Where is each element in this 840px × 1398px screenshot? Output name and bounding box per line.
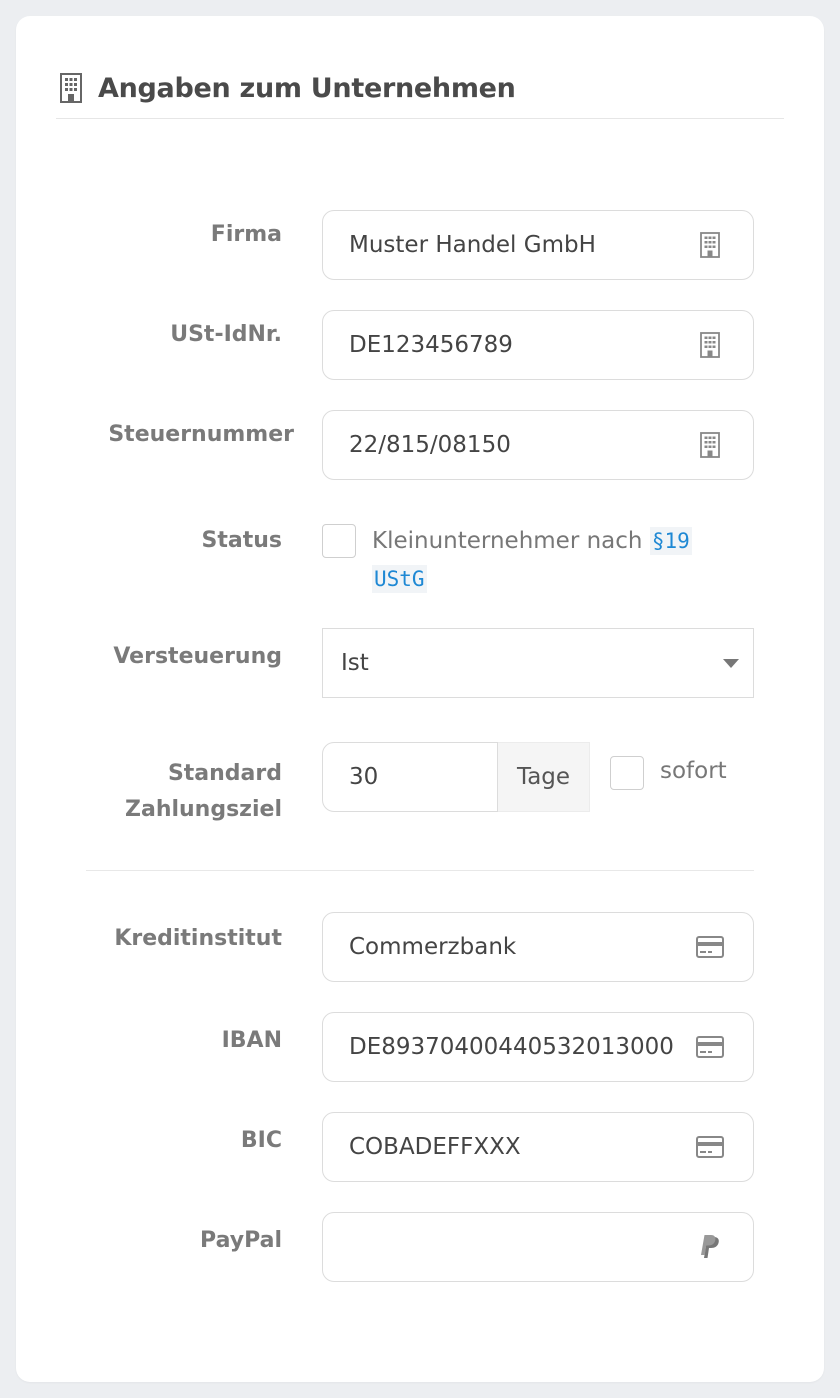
ustid-input[interactable]: DE123456789 (322, 310, 754, 380)
bic-value[interactable]: COBADEFFXXX (323, 1134, 695, 1160)
kreditinstitut-input[interactable]: Commerzbank (322, 912, 754, 982)
sofort-checkbox[interactable] (610, 756, 644, 790)
paypal-icon (695, 1232, 725, 1262)
steuernummer-value[interactable]: 22/815/08150 (323, 432, 695, 458)
firma-value[interactable]: Muster Handel GmbH (323, 232, 695, 258)
steuernummer-input[interactable]: 22/815/08150 (322, 410, 754, 480)
kreditinstitut-label: Kreditinstitut (114, 926, 282, 951)
section-divider (86, 870, 754, 871)
header-divider (56, 118, 784, 119)
chevron-down-icon (723, 658, 739, 668)
iban-label: IBAN (221, 1028, 282, 1053)
kleinunternehmer-checkbox[interactable] (322, 524, 356, 558)
zahlungsziel-days-input[interactable]: 30 (322, 742, 498, 812)
bic-label: BIC (240, 1128, 282, 1153)
ustid-value[interactable]: DE123456789 (323, 332, 695, 358)
credit-card-icon (695, 1032, 725, 1062)
kreditinstitut-value[interactable]: Commerzbank (323, 934, 695, 960)
building-icon (695, 230, 725, 260)
card-header: Angaben zum Unternehmen (56, 60, 784, 116)
paypal-input[interactable] (322, 1212, 754, 1282)
sofort-label[interactable]: sofort (660, 758, 727, 784)
paypal-label: PayPal (200, 1228, 282, 1253)
versteuerung-select[interactable]: Ist (322, 628, 754, 698)
law-code: UStG (372, 565, 427, 593)
company-details-card: Angaben zum Unternehmen Firma Muster Han… (16, 16, 824, 1382)
paragraph-code: §19 (649, 527, 692, 555)
credit-card-icon (695, 932, 725, 962)
kleinunternehmer-text: Kleinunternehmer nach §19 UStG (372, 522, 762, 598)
zahlungsziel-label-line1: Standard (167, 761, 282, 786)
card-title: Angaben zum Unternehmen (98, 72, 516, 104)
firma-label: Firma (210, 222, 282, 247)
bic-input[interactable]: COBADEFFXXX (322, 1112, 754, 1182)
zahlungsziel-label: Standard Zahlungsziel (22, 756, 282, 828)
zahlungsziel-value[interactable]: 30 (323, 764, 378, 790)
iban-input[interactable]: DE89370400440532013000 (322, 1012, 754, 1082)
ustid-label: USt-IdNr. (170, 322, 282, 347)
building-icon (56, 73, 86, 103)
building-icon (695, 330, 725, 360)
kleinunternehmer-label: Kleinunternehmer nach (372, 528, 643, 554)
versteuerung-value: Ist (341, 650, 369, 676)
steuernummer-label: Steuernummer (108, 422, 294, 447)
versteuerung-label: Versteuerung (113, 644, 282, 669)
days-unit-addon: Tage (498, 742, 590, 812)
iban-value[interactable]: DE89370400440532013000 (323, 1034, 695, 1060)
zahlungsziel-label-line2: Zahlungsziel (125, 797, 282, 822)
building-icon (695, 430, 725, 460)
credit-card-icon (695, 1132, 725, 1162)
status-label: Status (201, 528, 282, 553)
firma-input[interactable]: Muster Handel GmbH (322, 210, 754, 280)
